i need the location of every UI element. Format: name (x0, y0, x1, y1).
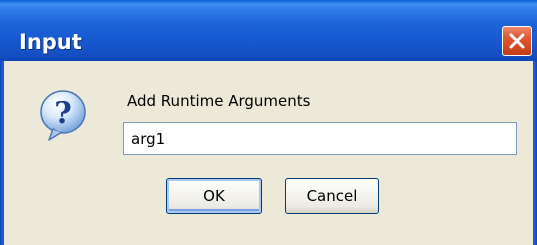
close-icon (509, 33, 525, 49)
cancel-button[interactable]: Cancel (285, 178, 379, 214)
window-frame-left (0, 61, 4, 245)
window-frame-right (533, 61, 537, 245)
prompt-label: Add Runtime Arguments (127, 92, 311, 110)
close-button[interactable] (502, 26, 532, 56)
svg-text:?: ? (54, 96, 72, 131)
question-icon: ? (40, 90, 86, 141)
dialog-title: Input (19, 30, 82, 54)
input-dialog: Input ? Add Runtime Arguments OK Cancel (0, 0, 537, 245)
arguments-input[interactable] (123, 122, 517, 155)
ok-button[interactable]: OK (166, 178, 262, 214)
title-bar[interactable]: Input (0, 0, 537, 61)
